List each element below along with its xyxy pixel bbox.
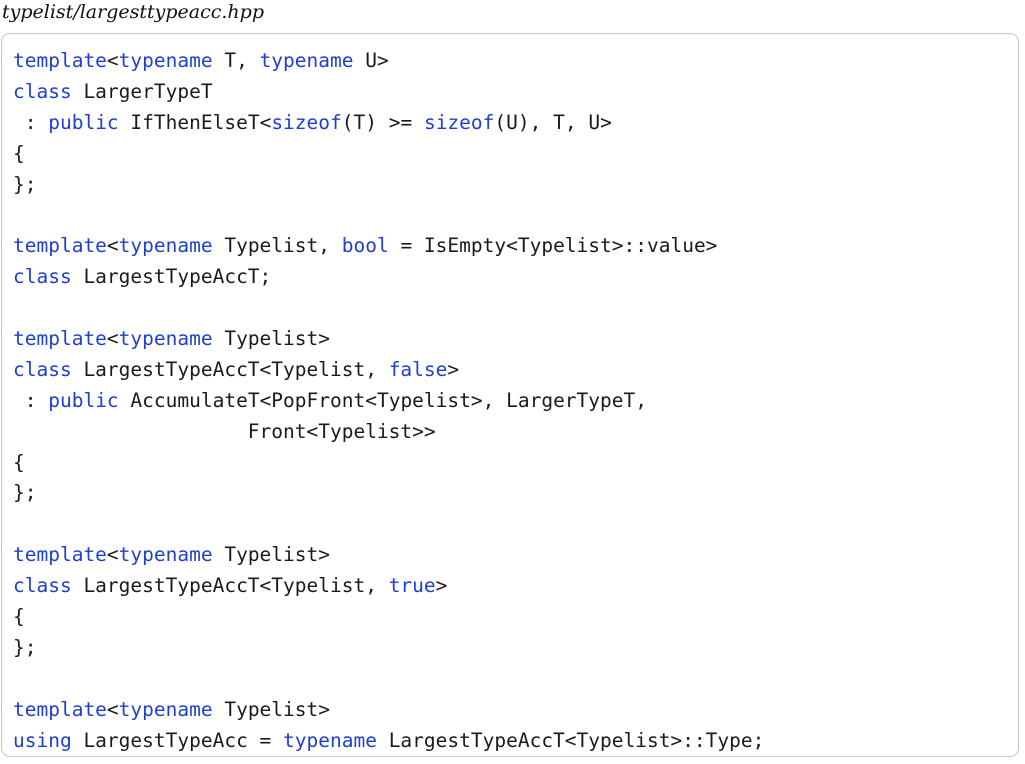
code-line: { — [13, 139, 764, 170]
code-line: { — [13, 602, 764, 633]
code-keyword: public — [48, 110, 119, 134]
code-keyword: template — [13, 697, 107, 721]
code-keyword: typename — [118, 543, 213, 567]
code-keyword: sizeof — [271, 110, 342, 134]
code-keyword: typename — [259, 49, 354, 72]
code-text: }; — [13, 481, 37, 505]
code-text: < — [106, 543, 119, 567]
code-line: class LargestTypeAccT<Typelist, false> — [13, 355, 764, 386]
code-keyword: sizeof — [423, 110, 495, 134]
code-text: T, — [212, 49, 260, 72]
code-text: U> — [353, 49, 389, 72]
code-text: }; — [13, 635, 37, 659]
code-keyword: class — [13, 79, 72, 103]
code-keyword: typename — [283, 728, 377, 752]
code-keyword: using — [13, 728, 72, 752]
code-line: { — [13, 448, 764, 479]
code-line: template<typename Typelist, bool = IsEmp… — [13, 231, 764, 262]
code-keyword: template — [13, 234, 107, 258]
code-line: ​ — [13, 509, 764, 540]
code-line: template<typename Typelist> — [13, 695, 764, 726]
code-keyword: public — [48, 388, 119, 412]
code-keyword: class — [13, 357, 72, 381]
code-text: (T) >= — [341, 110, 424, 134]
code-text: > — [447, 357, 460, 381]
code-text: }; — [13, 172, 37, 196]
code-text: LargestTypeAcc = — [71, 728, 284, 752]
code-block: template<typename T, typename U> class La… — [13, 46, 764, 756]
code-text: LargestTypeAccT; — [71, 265, 272, 289]
code-text: Typelist> — [212, 697, 330, 721]
code-line: : public IfThenElseT<sizeof(T) >= sizeof… — [13, 108, 764, 139]
code-text: Front<Typelist>> — [13, 419, 436, 443]
code-keyword: template — [13, 543, 107, 567]
code-line: using LargestTypeAcc = typename LargestT… — [13, 726, 764, 757]
code-text: AccumulateT<PopFront<Typelist>, LargerTy… — [118, 388, 647, 412]
code-keyword: typename — [118, 234, 213, 258]
code-listing: template<typename T, typename U> class La… — [1, 33, 1019, 757]
code-line: class LargerTypeT — [13, 77, 764, 108]
code-text: : — [13, 110, 49, 134]
code-line: ​ — [13, 664, 764, 695]
code-text: LargestTypeAccT<Typelist, — [71, 574, 389, 598]
code-text: (U), T, U> — [494, 110, 612, 134]
code-text: { — [13, 450, 25, 474]
code-text: IfThenElseT< — [118, 110, 272, 134]
code-text: LargestTypeAccT<Typelist>::Type; — [376, 728, 765, 752]
code-text: < — [106, 697, 119, 721]
code-text: { — [13, 141, 25, 165]
code-line: ​ — [13, 200, 764, 231]
code-text: < — [106, 234, 119, 258]
code-line: }; — [13, 170, 764, 201]
code-line: }; — [13, 633, 764, 664]
code-text: Typelist> — [212, 543, 330, 567]
code-text: > — [435, 574, 448, 598]
code-keyword: typename — [118, 697, 213, 721]
file-name: typelist/largesttypeacc.hpp — [2, 1, 264, 23]
code-text: : — [13, 388, 49, 412]
code-text: < — [106, 327, 119, 351]
code-line: Front<Typelist>> — [13, 417, 764, 448]
code-keyword: typename — [118, 49, 213, 72]
code-text: = IsEmpty<Typelist>::value> — [388, 234, 718, 258]
code-keyword: false — [388, 357, 448, 381]
code-keyword: true — [388, 574, 436, 598]
code-text: { — [13, 605, 25, 629]
code-text: LargerTypeT — [71, 79, 213, 103]
code-line: class LargestTypeAccT<Typelist, true> — [13, 571, 764, 602]
code-line: template<typename Typelist> — [13, 540, 764, 571]
code-keyword: template — [13, 49, 107, 72]
code-line: class LargestTypeAccT; — [13, 262, 764, 293]
code-keyword: class — [13, 265, 72, 289]
code-keyword: typename — [118, 327, 213, 351]
code-keyword: class — [13, 574, 72, 598]
code-text: Typelist, — [212, 234, 342, 258]
code-keyword: template — [13, 327, 107, 351]
code-text: < — [106, 49, 119, 72]
code-line: }; — [13, 478, 764, 509]
code-line: : public AccumulateT<PopFront<Typelist>,… — [13, 386, 764, 417]
code-line: template<typename T, typename U> — [13, 46, 764, 77]
code-line: template<typename Typelist> — [13, 324, 764, 355]
code-text: Typelist> — [212, 327, 330, 351]
code-keyword: bool — [341, 234, 389, 258]
code-text: LargestTypeAccT<Typelist, — [71, 357, 389, 381]
code-line: ​ — [13, 293, 764, 324]
